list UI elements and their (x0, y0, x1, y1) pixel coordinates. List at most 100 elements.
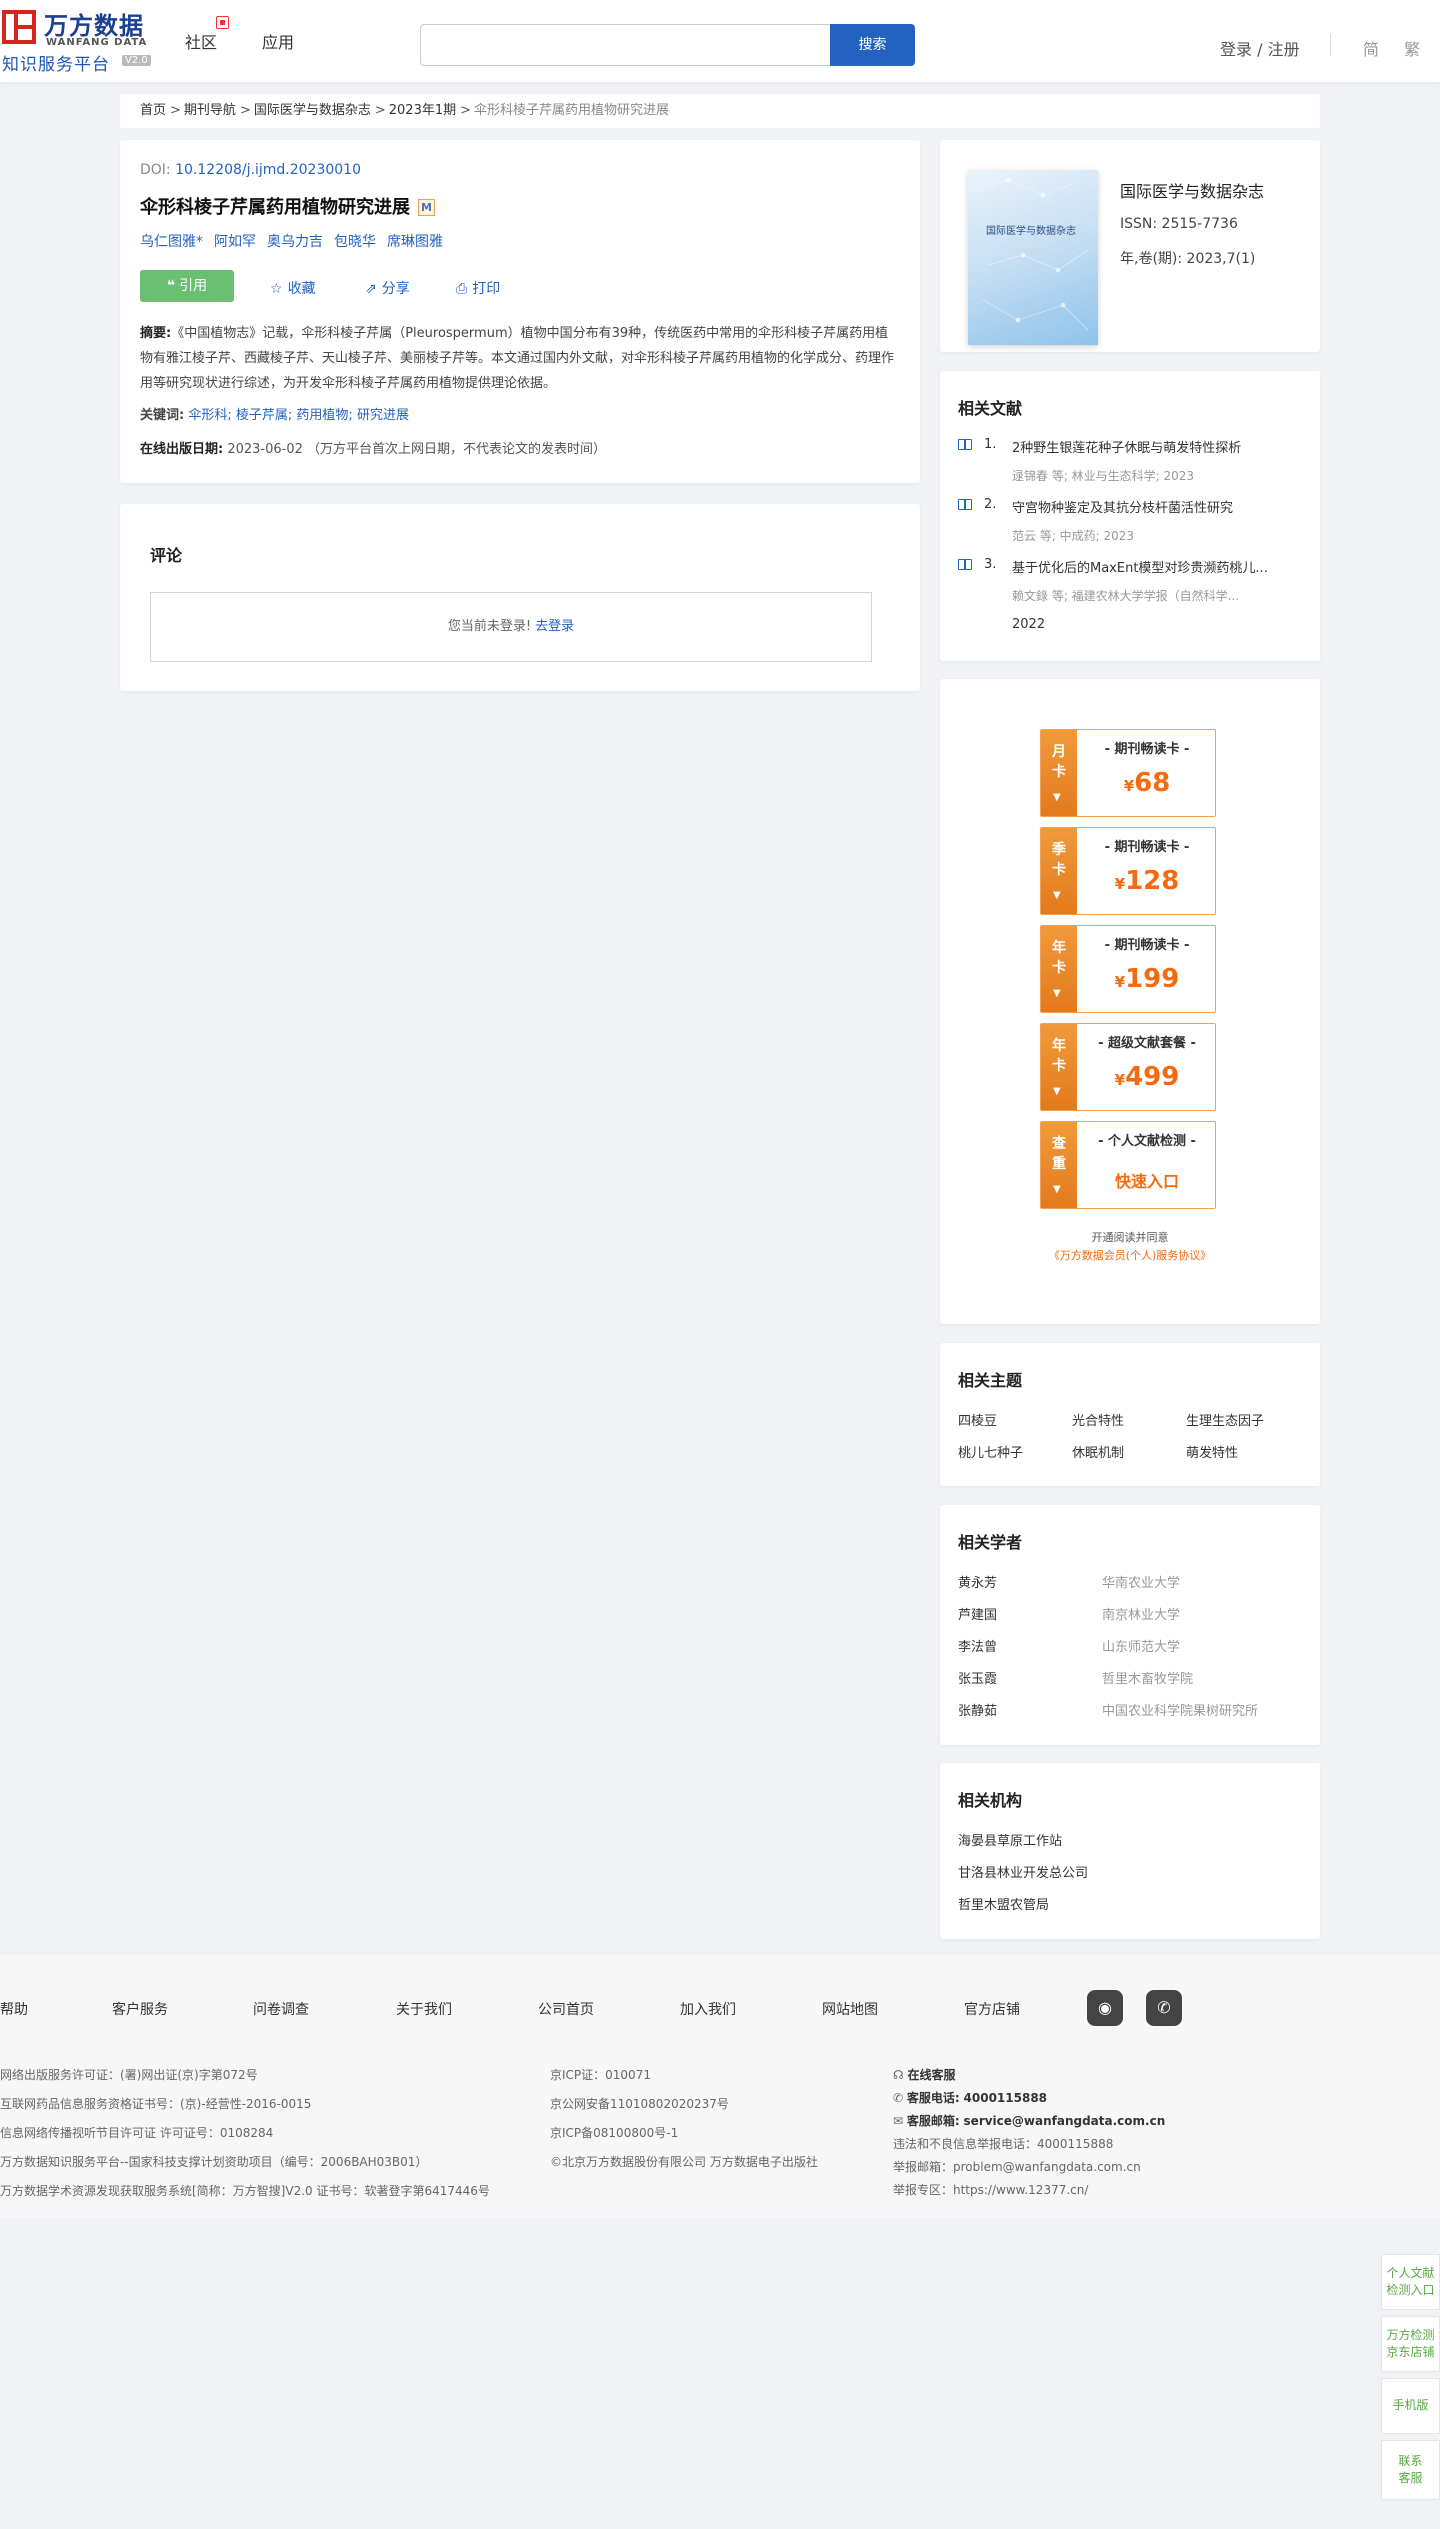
go-login-link[interactable]: 去登录 (535, 619, 574, 634)
float-mobile[interactable]: 手机版 (1381, 2378, 1440, 2434)
float-literature-check[interactable]: 个人文献 检测入口 (1381, 2254, 1440, 2310)
topic-link[interactable]: 休眠机制 (1072, 1442, 1124, 1461)
footer-survey[interactable]: 问卷调查 (253, 1999, 309, 2019)
abstract: 摘要:《中国植物志》记载，伞形科棱子芹属（Pleurospermum）植物中国分… (140, 321, 895, 396)
orgs-title: 相关机构 (958, 1791, 1023, 1810)
promo-month-card[interactable]: 月卡 ▼ - 期刊畅读卡 - ¥68 (1040, 729, 1216, 817)
footer-license: 万方数据知识服务平台--国家科技支撑计划资助项目（编号：2006BAH03B01… (0, 2155, 428, 2169)
promo-season-card[interactable]: 季卡 ▼ - 期刊畅读卡 - ¥128 (1040, 827, 1216, 915)
search-input[interactable] (420, 24, 830, 66)
promo-side-char: 查 (1052, 1136, 1066, 1152)
topic-link[interactable]: 生理生态因子 (1186, 1410, 1264, 1429)
keyword-link[interactable]: 研究进展 (357, 408, 409, 423)
footer-official-store[interactable]: 官方店铺 (964, 1999, 1020, 2019)
footer-join[interactable]: 加入我们 (680, 1999, 736, 2019)
weibo-icon[interactable]: ◉ (1087, 1990, 1123, 2026)
journal-cover[interactable]: 国际医学与数据杂志 (968, 170, 1098, 345)
comments-title: 评论 (150, 546, 183, 565)
related-doc-num: 2. (984, 497, 997, 512)
nav-apps[interactable]: 应用 (262, 29, 294, 53)
related-doc-meta: 逯锦春 等; 林业与生态科学; 2023 (1012, 469, 1195, 483)
float-jd-store[interactable]: 万方检测 京东店铺 (1381, 2316, 1440, 2372)
footer-help[interactable]: 帮助 (0, 1999, 28, 2019)
footer-icp: 京公网安备11010802020237号 (550, 2097, 729, 2111)
journal-name[interactable]: 国际医学与数据杂志 (1120, 178, 1264, 202)
keyword-link[interactable]: 伞形科; (188, 408, 231, 423)
crumb-journal-nav[interactable]: 期刊导航 (184, 103, 236, 118)
abstract-label: 摘要: (140, 326, 172, 341)
scholar-affiliation: 南京林业大学 (1102, 1608, 1181, 1623)
related-doc-num: 3. (984, 557, 997, 572)
promo-side-char: 卡 (1052, 960, 1066, 976)
doi-link[interactable]: 10.12208/j.ijmd.20230010 (175, 162, 361, 178)
scholar-name[interactable]: 张玉霞 (958, 1668, 997, 1687)
promo-side: 年卡 ▼ (1041, 1024, 1077, 1110)
service-agreement-link[interactable]: 《万方数据会员(个人)服务协议》 (940, 1247, 1320, 1263)
org-link[interactable]: 海晏县草原工作站 (958, 1830, 1062, 1849)
scholar-affiliation: 中国农业科学院果树研究所 (1102, 1704, 1259, 1719)
promo-year-card[interactable]: 年卡 ▼ - 期刊畅读卡 - ¥199 (1040, 925, 1216, 1013)
keyword-link[interactable]: 药用植物; (296, 408, 352, 423)
lang-traditional[interactable]: 繁 (1404, 36, 1420, 60)
wechat-icon[interactable]: ✆ (1146, 1990, 1182, 2026)
topic-link[interactable]: 桃儿七种子 (958, 1442, 1023, 1461)
topic-link[interactable]: 萌发特性 (1186, 1442, 1238, 1461)
float-contact-service[interactable]: 联系 客服 (1381, 2440, 1440, 2500)
email-value: service@wanfangdata.com.cn (963, 2114, 1166, 2128)
crumb-journal[interactable]: 国际医学与数据杂志 (254, 103, 371, 118)
promo-super-card[interactable]: 年卡 ▼ - 超级文献套餐 - ¥499 (1040, 1023, 1216, 1111)
float-line: 联系 (1398, 2454, 1423, 2468)
currency-symbol: ¥ (1114, 973, 1126, 991)
report-email: 举报邮箱：problem@wanfangdata.com.cn (893, 2160, 1141, 2174)
author-link[interactable]: 奥乌力吉 (267, 234, 323, 250)
nav-community[interactable]: 社区 (185, 29, 217, 53)
favorite-button[interactable]: ☆ 收藏 (270, 278, 316, 298)
online-service-link[interactable]: ☊ 在线客服 (893, 2066, 956, 2083)
promo-check-card[interactable]: 查重 ▼ - 个人文献检测 - 快速入口 (1040, 1121, 1216, 1209)
print-button[interactable]: ⎙ 打印 (456, 278, 500, 298)
footer-customer-service[interactable]: 客户服务 (112, 1999, 168, 2019)
promo-side-char: 重 (1052, 1156, 1066, 1172)
org-link[interactable]: 甘洛县林业开发总公司 (958, 1862, 1088, 1881)
scholars-card: 相关学者 黄永芳 华南农业大学 芦建国 南京林业大学 李法曾 山东师范大学 张玉霞 哲里… (940, 1505, 1320, 1745)
scholar-affiliation: 山东师范大学 (1102, 1640, 1181, 1655)
star-icon: ☆ (270, 281, 283, 297)
footer-license: 网络出版服务许可证：(署)网出证(京)字第072号 (0, 2068, 258, 2082)
topic-link[interactable]: 光合特性 (1072, 1410, 1124, 1429)
article-card: DOI: 10.12208/j.ijmd.20230010 伞形科棱子芹属药用植… (120, 140, 920, 483)
scholar-name[interactable]: 芦建国 (958, 1604, 997, 1623)
pubdate-row: 在线出版日期: 2023-06-02 （万方平台首次上网日期，不代表论文的发表时… (140, 438, 606, 457)
footer-sitemap[interactable]: 网站地图 (822, 1999, 878, 2019)
author-link[interactable]: 席琳图雅 (387, 234, 443, 250)
search-button[interactable]: 搜索 (830, 24, 915, 66)
author-link[interactable]: 阿如罕 (214, 234, 256, 250)
footer-license: 互联网药品信息服务资格证书号：(京)-经营性-2016-0015 (0, 2097, 312, 2111)
double-down-icon: ▼ (1053, 988, 1061, 999)
pubdate-value: 2023-06-02 (227, 442, 303, 457)
footer-about[interactable]: 关于我们 (396, 1999, 452, 2019)
price-value: 499 (1125, 1062, 1180, 1092)
keyword-link[interactable]: 棱子芹属; (236, 408, 292, 423)
login-register-link[interactable]: 登录 / 注册 (1220, 36, 1300, 60)
currency-symbol: ¥ (1114, 875, 1126, 893)
cover-network-graphic (977, 177, 1089, 331)
promo-side-char: 月 (1052, 744, 1066, 760)
footer-company-home[interactable]: 公司首页 (538, 1999, 594, 2019)
topic-link[interactable]: 四棱豆 (958, 1410, 997, 1429)
org-link[interactable]: 哲里木盟农管局 (958, 1894, 1049, 1913)
scholar-name[interactable]: 张静茹 (958, 1700, 997, 1719)
journal-year-vol: 年,卷(期): 2023,7(1) (1120, 251, 1256, 267)
cite-button[interactable]: ❝ 引用 (140, 270, 234, 302)
crumb-home[interactable]: 首页 (140, 103, 166, 118)
site-logo[interactable]: 万方数据 WANFANG DATA 知识服务平台 V2.0 (0, 6, 160, 76)
lang-simplified[interactable]: 简 (1363, 36, 1379, 60)
author-link[interactable]: 包晓华 (334, 234, 376, 250)
promo-side-char: 年 (1052, 1038, 1066, 1054)
share-button[interactable]: ⇗ 分享 (365, 278, 410, 298)
scholar-name[interactable]: 黄永芳 (958, 1572, 997, 1591)
author-link[interactable]: 乌仁图雅* (140, 234, 203, 250)
scholar-affiliation: 哲里木畜牧学院 (1102, 1672, 1194, 1687)
scholar-name[interactable]: 李法曾 (958, 1636, 997, 1655)
crumb-issue[interactable]: 2023年1期 (389, 103, 456, 118)
promo-quick-entry: 快速入口 (1114, 1172, 1179, 1191)
